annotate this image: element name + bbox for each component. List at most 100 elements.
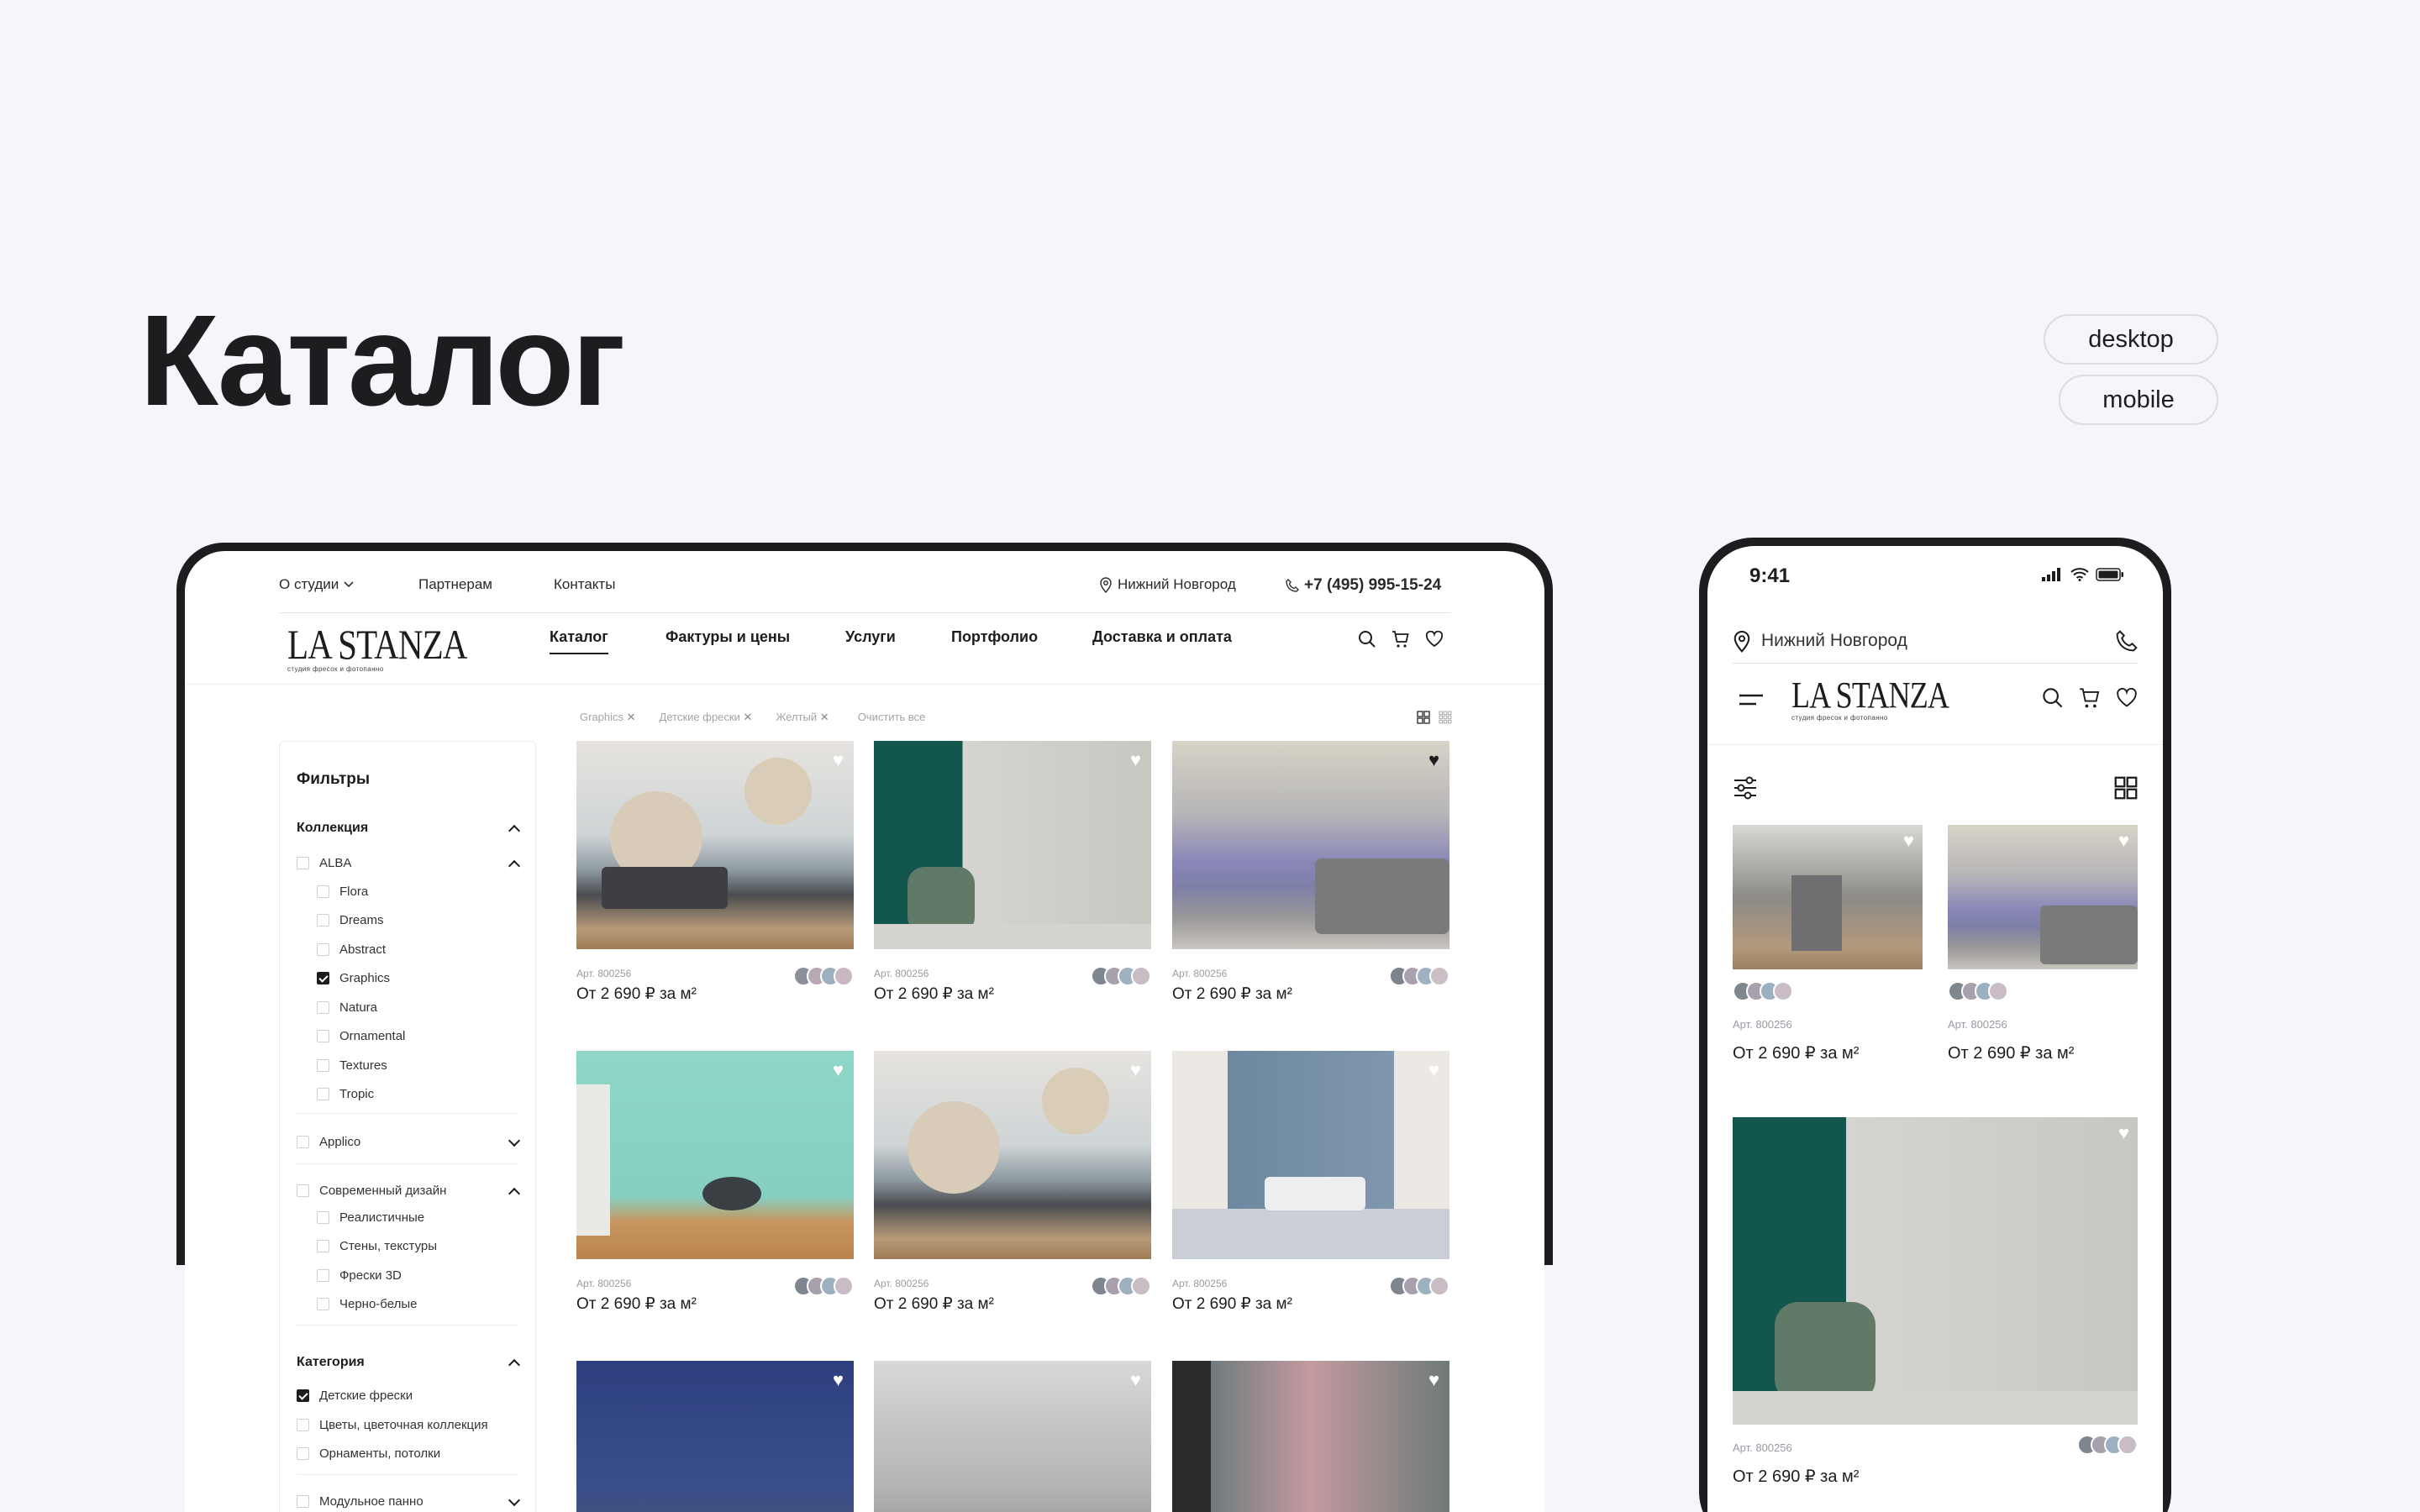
swatch[interactable] bbox=[834, 1276, 854, 1296]
swatch[interactable] bbox=[1131, 966, 1151, 986]
grid-view-icon[interactable] bbox=[2114, 776, 2138, 800]
favorite-icon[interactable]: ♥ bbox=[1903, 830, 1914, 852]
filter-option[interactable]: Ornamental bbox=[317, 1029, 518, 1043]
product-card[interactable]: ♥ Арт. 800256 От 2 690 ₽ за м² bbox=[576, 741, 854, 1004]
filter-alba[interactable]: ALBA bbox=[297, 856, 521, 872]
swatch[interactable] bbox=[1773, 981, 1793, 1001]
checkbox[interactable] bbox=[317, 1059, 329, 1072]
city-bar[interactable]: Нижний Новгород bbox=[1733, 618, 2138, 664]
partners-link[interactable]: Партнерам bbox=[418, 576, 492, 593]
filter-tag[interactable]: Graphics bbox=[580, 711, 636, 724]
heart-icon[interactable] bbox=[2116, 687, 2138, 709]
product-card[interactable]: ♥ bbox=[1172, 1361, 1449, 1512]
filter-modular[interactable]: Модульное панно bbox=[297, 1494, 521, 1509]
product-card[interactable]: ♥ Арт. 800256 От 2 690 ₽ за м² bbox=[874, 1051, 1151, 1314]
phone-icon[interactable] bbox=[2116, 629, 2138, 652]
nav-item-services[interactable]: Услуги bbox=[845, 628, 896, 646]
search-icon[interactable] bbox=[2042, 687, 2064, 709]
cart-icon[interactable] bbox=[1390, 628, 1412, 650]
view-toggle-desktop[interactable]: desktop bbox=[2044, 314, 2218, 365]
checkbox[interactable] bbox=[317, 1211, 329, 1224]
product-card[interactable]: ♥ Арт. 800256 От 2 690 ₽ за м² bbox=[1172, 741, 1449, 1004]
filter-option[interactable]: Natura bbox=[317, 1000, 518, 1015]
brand-logo[interactable]: LA STANZA студия фресок и фотопанно bbox=[1791, 677, 1983, 722]
filter-option[interactable]: Abstract bbox=[317, 942, 518, 957]
product-image[interactable]: ♥ bbox=[1733, 1117, 2138, 1425]
checkbox[interactable] bbox=[317, 1001, 329, 1014]
checkbox[interactable] bbox=[297, 1136, 309, 1148]
chevron-up-icon[interactable] bbox=[508, 1187, 521, 1200]
product-image[interactable]: ♥ bbox=[1172, 741, 1449, 949]
checkbox[interactable] bbox=[317, 1240, 329, 1252]
product-card[interactable]: ♥ Арт. 800256 От 2 690 ₽ за м² bbox=[1948, 825, 2138, 1063]
product-image[interactable]: ♥ bbox=[1733, 825, 1923, 969]
favorite-icon[interactable]: ♥ bbox=[1428, 1369, 1439, 1391]
checkbox[interactable] bbox=[297, 1184, 309, 1197]
checkbox[interactable] bbox=[297, 1447, 309, 1460]
search-icon[interactable] bbox=[1356, 628, 1378, 650]
checkbox[interactable] bbox=[317, 1088, 329, 1100]
checkbox[interactable] bbox=[297, 1419, 309, 1431]
favorite-icon[interactable]: ♥ bbox=[833, 1369, 844, 1391]
view-toggle-mobile[interactable]: mobile bbox=[2059, 375, 2218, 425]
grid-small-icon[interactable] bbox=[1439, 711, 1452, 724]
product-card[interactable]: ♥ Арт. 800256 От 2 690 ₽ за м² bbox=[1733, 825, 1923, 1063]
favorite-icon[interactable]: ♥ bbox=[833, 749, 844, 771]
product-image[interactable]: ♥ bbox=[874, 1361, 1151, 1512]
favorite-icon[interactable]: ♥ bbox=[1130, 1369, 1141, 1391]
product-card[interactable]: ♥ Арт. 800256 От 2 690 ₽ за м² bbox=[874, 741, 1151, 1004]
checkbox[interactable] bbox=[317, 885, 329, 898]
product-image[interactable]: ♥ bbox=[1172, 1361, 1449, 1512]
chevron-down-icon[interactable] bbox=[508, 1494, 521, 1506]
swatch[interactable] bbox=[1429, 966, 1449, 986]
product-card[interactable]: ♥ Арт. 800256 От 2 690 ₽ за м² bbox=[1733, 1117, 2138, 1487]
chevron-up-icon[interactable] bbox=[508, 859, 521, 872]
nav-item-textures[interactable]: Фактуры и цены bbox=[666, 628, 790, 646]
filter-option[interactable]: Graphics bbox=[317, 971, 518, 985]
filter-applico[interactable]: Applico bbox=[297, 1134, 521, 1149]
filter-option[interactable]: Цветы, цветочная коллекция bbox=[297, 1418, 518, 1432]
checkbox-checked[interactable] bbox=[297, 1389, 309, 1402]
filter-option[interactable]: Детские фрески bbox=[297, 1389, 518, 1403]
checkbox[interactable] bbox=[297, 1495, 309, 1508]
filter-tag[interactable]: Желтый bbox=[776, 711, 829, 724]
product-image[interactable]: ♥ bbox=[874, 741, 1151, 949]
nav-item-catalog[interactable]: Каталог bbox=[550, 628, 608, 654]
checkbox[interactable] bbox=[317, 914, 329, 927]
filter-option[interactable]: Dreams bbox=[317, 913, 518, 927]
checkbox[interactable] bbox=[317, 1030, 329, 1042]
filter-option[interactable]: Орнаменты, потолки bbox=[297, 1446, 518, 1461]
filter-option[interactable]: Реалистичные bbox=[317, 1210, 518, 1225]
nav-item-delivery[interactable]: Доставка и оплата bbox=[1092, 628, 1232, 646]
favorite-icon[interactable]: ♥ bbox=[1130, 749, 1141, 771]
product-card[interactable]: ♥ bbox=[576, 1361, 854, 1512]
checkbox[interactable] bbox=[317, 1269, 329, 1282]
product-card[interactable]: ♥ bbox=[874, 1361, 1151, 1512]
favorite-icon[interactable]: ♥ bbox=[2118, 830, 2129, 852]
collection-header[interactable]: Коллекция bbox=[297, 821, 521, 837]
filter-option[interactable]: Textures bbox=[317, 1058, 518, 1073]
swatch[interactable] bbox=[834, 966, 854, 986]
product-image[interactable]: ♥ bbox=[576, 1051, 854, 1259]
filter-option[interactable]: Фрески 3D bbox=[317, 1268, 518, 1283]
swatch[interactable] bbox=[1988, 981, 2008, 1001]
phone-link[interactable]: +7 (495) 995-15-24 bbox=[1286, 576, 1441, 595]
swatch[interactable] bbox=[2118, 1435, 2138, 1455]
product-image[interactable]: ♥ bbox=[874, 1051, 1151, 1259]
about-menu[interactable]: О студии bbox=[279, 576, 354, 593]
filter-modern[interactable]: Современный дизайн bbox=[297, 1184, 521, 1200]
checkbox[interactable] bbox=[297, 857, 309, 869]
filter-tag[interactable]: Детские фрески bbox=[660, 711, 753, 724]
favorite-icon[interactable]: ♥ bbox=[833, 1059, 844, 1081]
favorite-icon[interactable]: ♥ bbox=[1428, 749, 1439, 771]
filter-option[interactable]: Tropic bbox=[317, 1087, 518, 1101]
cart-icon[interactable] bbox=[2079, 687, 2101, 709]
checkbox-checked[interactable] bbox=[317, 972, 329, 984]
clear-all-button[interactable]: Очистить все bbox=[858, 711, 926, 724]
product-image[interactable]: ♥ bbox=[576, 741, 854, 949]
swatch[interactable] bbox=[1429, 1276, 1449, 1296]
swatch[interactable] bbox=[1131, 1276, 1151, 1296]
grid-large-icon[interactable] bbox=[1417, 711, 1430, 724]
product-image[interactable]: ♥ bbox=[1948, 825, 2138, 969]
city-selector[interactable]: Нижний Новгород bbox=[1099, 576, 1236, 593]
